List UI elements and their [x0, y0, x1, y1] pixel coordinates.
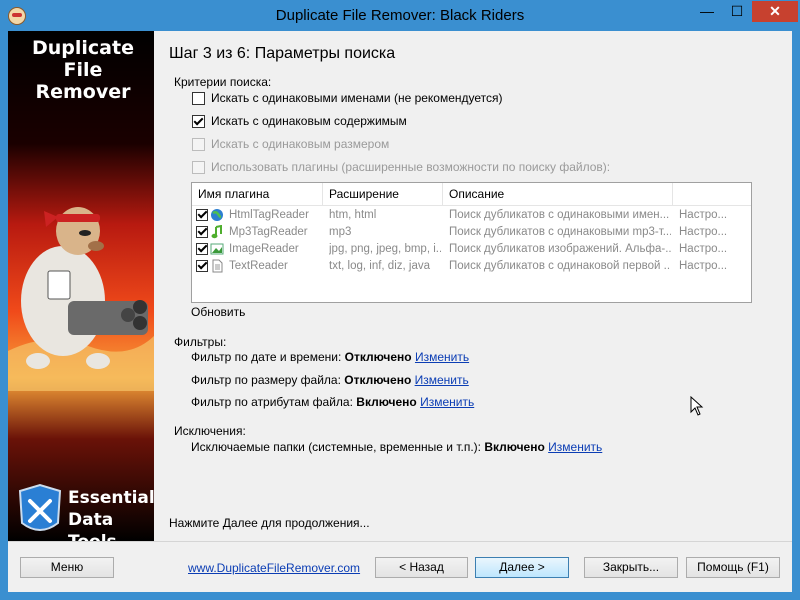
checkbox: [192, 161, 205, 174]
minimize-button[interactable]: —: [694, 1, 720, 22]
company-line-1: Essential: [68, 488, 154, 508]
table-row[interactable]: TextReader txt, log, inf, diz, java Поис…: [192, 258, 751, 275]
globe-icon: [211, 209, 223, 221]
mouse-cursor-icon: [690, 396, 704, 416]
footer-divider: [8, 541, 792, 542]
checkbox-label: Использовать плагины (расширенные возмож…: [211, 160, 611, 174]
close-button[interactable]: Закрыть...: [584, 557, 678, 578]
plugin-description: Поиск дубликатов изображений. Альфа-...: [449, 243, 671, 255]
plugin-extension: jpg, png, jpeg, bmp, i...: [329, 243, 441, 255]
maximize-button[interactable]: ☐: [724, 1, 750, 22]
plugin-settings[interactable]: Настро...: [679, 224, 745, 241]
checkbox-label: Искать с одинаковым размером: [211, 137, 390, 151]
exclusion-status: Включено: [484, 440, 545, 454]
menu-button[interactable]: Меню: [20, 557, 114, 578]
plugin-description: Поиск дубликатов с одинаковой первой ...: [449, 260, 671, 272]
table-header: Имя плагина Расширение Описание: [192, 183, 751, 206]
banner-artwork: [8, 31, 154, 541]
shield-logo-icon: [18, 483, 62, 531]
back-button[interactable]: < Назад: [375, 557, 468, 578]
filter-status: Включено: [356, 395, 417, 409]
table-row[interactable]: ImageReader jpg, png, jpeg, bmp, i... По…: [192, 241, 751, 258]
table-row[interactable]: Mp3TagReader mp3 Поиск дубликатов с один…: [192, 224, 751, 241]
filters-label: Фильтры:: [174, 335, 227, 349]
plugin-description: Поиск дубликатов с одинаковыми имен...: [449, 209, 670, 221]
filter-attributes-row: Фильтр по атрибутам файла: Включено Изме…: [191, 395, 474, 409]
filter-size-row: Фильтр по размеру файла: Отключено Измен…: [191, 373, 469, 387]
main-panel: Шаг 3 из 6: Параметры поиска Критерии по…: [154, 31, 792, 541]
checkbox-label: Искать с одинаковыми именами (не рекомен…: [211, 91, 503, 105]
plugin-description: Поиск дубликатов с одинаковыми mp3-т...: [449, 226, 671, 238]
table-row[interactable]: HtmlTagReader htm, html Поиск дубликатов…: [192, 207, 751, 224]
refresh-button[interactable]: Обновить: [191, 305, 245, 319]
plugin-name: TextReader: [229, 260, 288, 272]
plugin-name: ImageReader: [229, 243, 299, 255]
column-header-settings[interactable]: [673, 183, 751, 205]
row-checkbox[interactable]: [196, 243, 208, 255]
text-file-icon: [212, 259, 223, 273]
logo-line-2: Remover: [35, 81, 131, 103]
plugin-name: HtmlTagReader: [229, 209, 309, 221]
plugin-extension: txt, log, inf, diz, java: [329, 260, 430, 272]
exclusions-label: Исключения:: [174, 424, 246, 438]
change-date-filter-link[interactable]: Изменить: [415, 350, 469, 364]
exclusion-folders-row: Исключаемые папки (системные, временные …: [191, 440, 602, 454]
filter-label: Фильтр по дате и времени:: [191, 350, 342, 364]
wizard-window: Duplicate File Remover Essential Data To…: [8, 31, 792, 592]
close-window-button[interactable]: ✕: [752, 1, 798, 22]
column-header-name[interactable]: Имя плагина: [192, 183, 323, 205]
step-title: Шаг 3 из 6: Параметры поиска: [169, 45, 396, 62]
row-checkbox[interactable]: [196, 209, 208, 221]
filter-status: Отключено: [344, 350, 412, 364]
logo-line-1: Duplicate File: [32, 37, 134, 81]
sidebar-banner: Duplicate File Remover Essential Data To…: [8, 31, 154, 541]
website-link[interactable]: www.DuplicateFileRemover.com: [188, 561, 360, 575]
company-line-2: Data Tools: [68, 510, 117, 541]
plugin-name: Mp3TagReader: [229, 226, 308, 238]
plugin-settings[interactable]: Настро...: [679, 258, 745, 275]
plugins-table: Имя плагина Расширение Описание HtmlTagR…: [191, 182, 752, 303]
checkbox: [192, 138, 205, 151]
plugin-extension: mp3: [329, 226, 352, 238]
company-logo: Essential Data Tools: [68, 487, 154, 541]
window-title: Duplicate File Remover: Black Riders: [275, 7, 525, 24]
change-size-filter-link[interactable]: Изменить: [415, 373, 469, 387]
filter-label: Фильтр по размеру файла:: [191, 373, 341, 387]
plugin-extension: htm, html: [329, 209, 377, 221]
checkbox-label: Искать с одинаковым содержимым: [211, 114, 407, 128]
change-attributes-filter-link[interactable]: Изменить: [420, 395, 474, 409]
hint-text: Нажмите Далее для продолжения...: [169, 516, 370, 530]
filter-label: Фильтр по атрибутам файла:: [191, 395, 353, 409]
checkbox[interactable]: [192, 92, 205, 105]
next-button[interactable]: Далее >: [475, 557, 569, 578]
row-checkbox[interactable]: [196, 226, 208, 238]
row-checkbox[interactable]: [196, 260, 208, 272]
column-header-description[interactable]: Описание: [443, 183, 673, 205]
plugin-settings[interactable]: Настро...: [679, 241, 745, 258]
filter-date-row: Фильтр по дате и времени: Отключено Изме…: [191, 350, 469, 364]
filter-status: Отключено: [344, 373, 412, 387]
title-bar[interactable]: Duplicate File Remover: Black Riders — ☐…: [0, 0, 800, 31]
column-header-extension[interactable]: Расширение: [323, 183, 443, 205]
help-button[interactable]: Помощь (F1): [686, 557, 780, 578]
change-exclusions-link[interactable]: Изменить: [548, 440, 602, 454]
image-icon: [210, 243, 224, 255]
criteria-label: Критерии поиска:: [174, 75, 272, 89]
exclusion-label: Исключаемые папки (системные, временные …: [191, 440, 481, 454]
plugin-settings[interactable]: Настро...: [679, 207, 745, 224]
product-logo: Duplicate File Remover: [18, 37, 148, 103]
checkbox[interactable]: [192, 115, 205, 128]
music-note-icon: [211, 225, 222, 239]
